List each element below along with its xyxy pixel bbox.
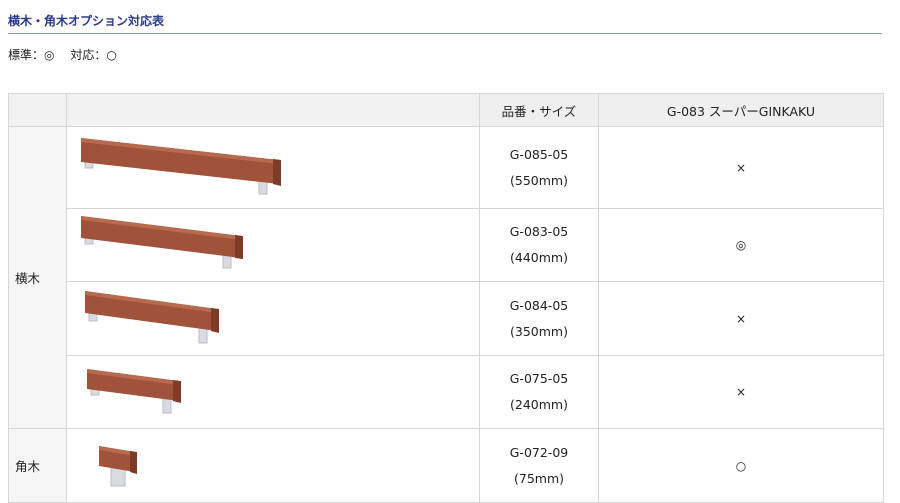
compat-mark: × xyxy=(598,355,884,429)
table-row: 横木 G-085-05 (550mm) × xyxy=(8,126,884,429)
size-cell: G-083-05 (440mm) xyxy=(479,208,599,282)
product-image-cell xyxy=(66,428,480,503)
product-code: G-084-05 xyxy=(509,297,569,313)
product-size: (440mm) xyxy=(510,250,568,265)
product-image-cell xyxy=(66,355,480,429)
table-row: G-083-05 (440mm) ◎ xyxy=(9,208,884,282)
size-cell: G-085-05 (550mm) xyxy=(479,126,599,209)
bar-240-image xyxy=(87,369,181,414)
compat-mark: ◎ xyxy=(598,208,884,282)
size-cell: G-084-05 (350mm) xyxy=(479,281,599,356)
section-heading: 横木・角木オプション対応表 xyxy=(8,10,882,34)
table-row: G-084-05 (350mm) × xyxy=(9,281,884,356)
page-title: 横木・角木オプション対応表 xyxy=(8,14,165,28)
product-code: G-075-05 xyxy=(509,371,569,386)
product-image-cell xyxy=(66,126,480,209)
product-code: G-085-05 xyxy=(509,146,569,162)
compat-mark: × xyxy=(598,281,884,356)
bar-440-image xyxy=(81,216,243,269)
header-image-cell xyxy=(66,93,480,127)
product-size: (240mm) xyxy=(510,397,568,412)
bar-350-image xyxy=(85,291,219,344)
product-image-cell xyxy=(66,281,480,356)
product-image-cell xyxy=(66,208,480,282)
category-kakugi: 角木 xyxy=(8,428,67,503)
header-size: 品番・サイズ xyxy=(479,93,599,127)
product-size: (75mm) xyxy=(513,470,564,486)
size-cell: G-072-09 (75mm) xyxy=(479,428,599,503)
compat-mark: ○ xyxy=(598,428,884,503)
header-model: G-083 スーパーGINKAKU xyxy=(598,93,884,127)
legend-supported: 対応：○ xyxy=(70,48,117,62)
header-category-cell xyxy=(8,93,67,127)
table-row: G-075-05 (240mm) × xyxy=(9,355,884,429)
block-75-image xyxy=(99,446,137,487)
legend-standard: 標準：◎ xyxy=(8,48,55,62)
product-size: (550mm) xyxy=(510,172,568,188)
option-table: 品番・サイズ G-083 スーパーGINKAKU 横木 G-085-05 (55… xyxy=(8,93,884,503)
product-code: G-083-05 xyxy=(509,224,569,239)
product-size: (350mm) xyxy=(510,323,568,339)
table-row: 角木 G-072-09 (75mm) ○ xyxy=(8,428,884,503)
product-code: G-072-09 xyxy=(509,444,569,460)
bar-550-image xyxy=(81,138,281,195)
size-cell: G-075-05 (240mm) xyxy=(479,355,599,429)
category-yokogi: 横木 xyxy=(8,126,67,429)
legend: 標準：◎ 対応：○ xyxy=(8,46,129,63)
table-header-row: 品番・サイズ G-083 スーパーGINKAKU xyxy=(8,93,884,127)
compat-mark: × xyxy=(598,126,884,209)
